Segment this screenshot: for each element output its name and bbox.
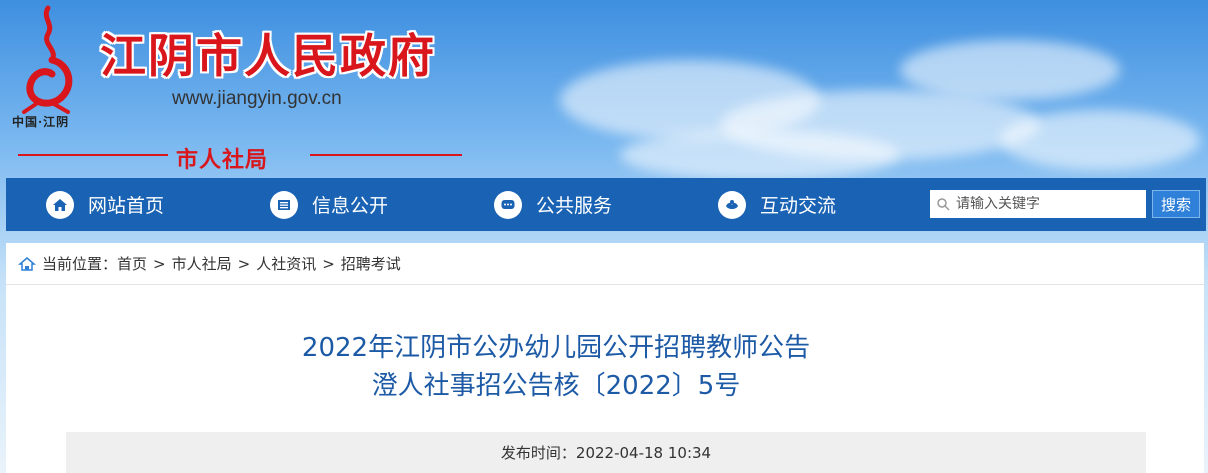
nav-item-home[interactable]: 网站首页 [46, 178, 164, 231]
breadcrumb-link-department[interactable]: 市人社局 [172, 253, 232, 274]
article-document-number: 澄人社事招公告核〔2022〕5号 [371, 371, 741, 401]
article-meta-bar: 发布时间： 2022-04-18 10:34 [66, 432, 1146, 473]
breadcrumb-link-recruitment[interactable]: 招聘考试 [341, 253, 401, 274]
search-button[interactable]: 搜索 [1152, 190, 1200, 218]
publish-time-label: 发布时间： [500, 444, 576, 462]
site-header: 中国·江阴 江阴市人民政府 www.jiangyin.gov.cn 市人社局 [0, 0, 1208, 178]
breadcrumb-separator: > [322, 254, 335, 273]
nav-item-interaction[interactable]: 互动交流 [718, 178, 836, 231]
nav-item-info-disclosure[interactable]: 信息公开 [270, 178, 388, 231]
breadcrumb: 当前位置： 首页 > 市人社局 > 人社资讯 > 招聘考试 [6, 243, 1204, 285]
home-icon [46, 190, 74, 219]
article-title: 2022年江阴市公办幼儿园公开招聘教师公告 [301, 333, 811, 363]
breadcrumb-separator: > [237, 254, 251, 273]
search-input[interactable] [956, 196, 1136, 212]
search-box [930, 190, 1146, 218]
city-emblem-logo[interactable] [14, 4, 84, 114]
chat-icon [494, 190, 522, 219]
logo-caption: 中国·江阴 [12, 115, 70, 129]
home-outline-icon [18, 256, 36, 271]
document-icon [270, 190, 298, 219]
breadcrumb-prefix: 当前位置： [42, 255, 118, 273]
main-nav: 网站首页 信息公开 公共服务 互动交流 搜索 [6, 178, 1206, 231]
main-content: 当前位置： 首页 > 市人社局 > 人社资讯 > 招聘考试 2022年江阴市公办… [6, 243, 1204, 473]
search-icon [937, 198, 950, 211]
department-name: 市人社局 [176, 148, 269, 173]
handshake-icon [718, 190, 746, 219]
site-url: www.jiangyin.gov.cn [172, 88, 342, 109]
divider-line [18, 154, 168, 156]
publish-time-value: 2022-04-18 10:34 [575, 443, 712, 462]
nav-item-public-service[interactable]: 公共服务 [494, 178, 612, 231]
site-title[interactable]: 江阴市人民政府 [100, 20, 436, 86]
nav-item-label: 公共服务 [536, 195, 613, 217]
nav-item-label: 信息公开 [312, 195, 389, 217]
nav-item-label: 网站首页 [88, 195, 165, 217]
breadcrumb-separator: > [153, 254, 166, 273]
breadcrumb-link-news[interactable]: 人社资讯 [256, 253, 316, 274]
nav-item-label: 互动交流 [760, 195, 837, 217]
divider-line [310, 154, 462, 156]
breadcrumb-link-home[interactable]: 首页 [117, 253, 147, 274]
